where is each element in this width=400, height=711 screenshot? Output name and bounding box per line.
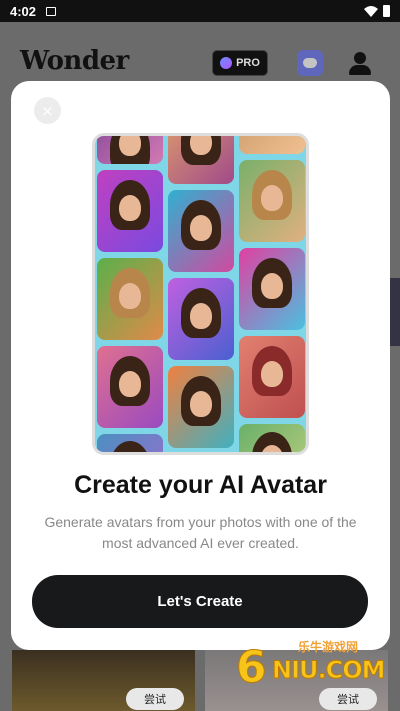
discord-button[interactable] — [297, 50, 323, 76]
avatar-thumbnail — [168, 454, 234, 455]
avatar-thumbnail — [97, 434, 163, 452]
avatar-thumbnail — [239, 136, 305, 154]
pro-label: PRO — [236, 57, 260, 69]
avatar-collage-image — [92, 133, 309, 455]
status-time: 4:02 — [10, 3, 37, 19]
lets-create-button[interactable]: Let's Create — [32, 575, 368, 628]
image-icon — [46, 6, 57, 16]
avatar-thumbnail — [168, 136, 234, 184]
avatar-thumbnail — [168, 278, 234, 360]
battery-icon — [383, 5, 390, 17]
avatar-thumbnail — [168, 366, 234, 448]
try-button[interactable]: 尝试 — [126, 688, 184, 710]
discord-icon — [303, 58, 317, 68]
watermark-logo: 6 NIU.COM 乐牛游戏网 — [236, 640, 387, 694]
avatar-thumbnail — [97, 170, 163, 252]
status-icons — [364, 5, 390, 17]
modal-title: Create your AI Avatar — [74, 471, 327, 499]
create-avatar-modal: × Create your AI Avatar Generate avatars… — [11, 81, 390, 650]
close-icon[interactable]: × — [34, 97, 61, 124]
avatar-thumbnail — [239, 336, 305, 418]
user-icon — [354, 52, 366, 64]
pro-button[interactable]: PRO — [212, 50, 268, 76]
avatar-thumbnail — [168, 190, 234, 272]
avatar-thumbnail — [239, 424, 305, 452]
pro-icon — [220, 57, 233, 69]
avatar-thumbnail — [239, 248, 305, 330]
avatar-thumbnail — [97, 258, 163, 340]
profile-button[interactable] — [347, 50, 373, 76]
modal-description: Generate avatars from your photos with o… — [44, 514, 357, 551]
avatar-thumbnail — [239, 160, 305, 242]
app-logo: Wonder — [20, 46, 129, 76]
avatar-thumbnail — [97, 346, 163, 428]
avatar-thumbnail — [97, 136, 163, 164]
app-header: Wonder PRO — [0, 40, 400, 86]
wifi-icon — [364, 5, 378, 17]
status-bar: 4:02 — [0, 0, 400, 22]
